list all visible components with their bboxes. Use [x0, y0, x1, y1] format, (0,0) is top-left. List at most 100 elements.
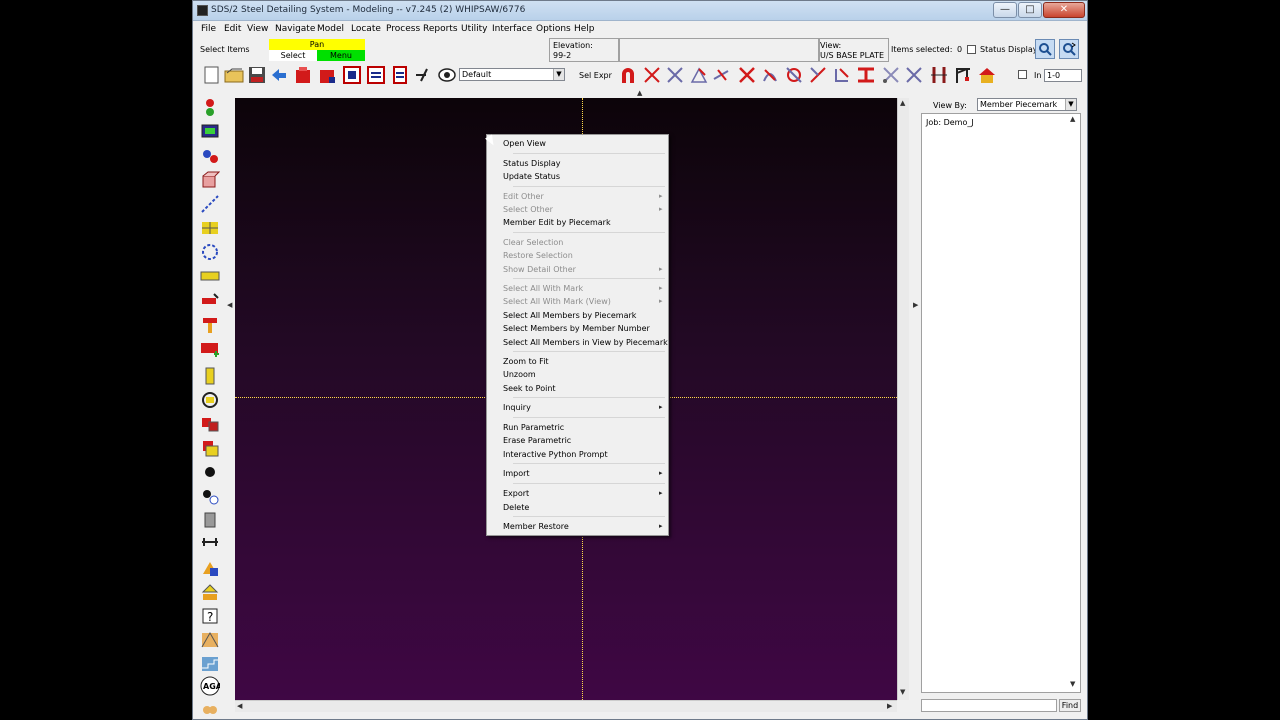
gear-icon[interactable]: [200, 146, 220, 166]
slash-icon[interactable]: [413, 65, 433, 85]
menu-utility[interactable]: Utility: [461, 24, 487, 34]
question-icon[interactable]: ?: [200, 606, 220, 626]
corner-select-icon[interactable]: [832, 65, 852, 85]
open-folder-icon[interactable]: [224, 65, 244, 85]
view-bar-icon[interactable]: [390, 65, 410, 85]
node-icon[interactable]: [200, 486, 220, 506]
horizontal-scrollbar[interactable]: ◀ ▶: [235, 700, 897, 712]
default-combo[interactable]: Default ▼: [459, 68, 565, 81]
grid-icon[interactable]: [200, 218, 220, 238]
new-file-icon[interactable]: [202, 65, 222, 85]
hammer-icon[interactable]: [200, 314, 220, 334]
aga-icon[interactable]: AGA: [200, 676, 220, 696]
canvas-right-arrow-icon[interactable]: ▶: [913, 301, 918, 309]
menu-locate[interactable]: Locate: [351, 24, 381, 34]
menu-file[interactable]: File: [201, 24, 216, 34]
menu-item-select-all-members-in-view[interactable]: Select All Members in View by Piecemark: [503, 338, 668, 347]
canvas-left-arrow-icon[interactable]: ◀: [227, 301, 232, 309]
menu-item-import[interactable]: Import: [503, 469, 530, 478]
line-select-icon[interactable]: [808, 65, 828, 85]
house-icon[interactable]: [977, 65, 997, 85]
arc-select-icon[interactable]: [760, 65, 780, 85]
menu-item-open-view[interactable]: Open View: [503, 139, 546, 148]
dot-icon[interactable]: [200, 462, 220, 482]
angle-icon[interactable]: [689, 65, 709, 85]
tree-scroll-up-icon[interactable]: ▲: [1070, 115, 1075, 123]
menu-process[interactable]: Process: [386, 24, 420, 34]
scroll-down-icon[interactable]: ▼: [900, 688, 905, 696]
member-status-icon[interactable]: [200, 98, 220, 118]
scissors-icon[interactable]: [881, 65, 901, 85]
maximize-button[interactable]: □: [1018, 2, 1042, 18]
menu-reports[interactable]: Reports: [423, 24, 458, 34]
menu-help[interactable]: Help: [574, 24, 595, 34]
menu-item-select-all-members-by-piecemark[interactable]: Select All Members by Piecemark: [503, 311, 636, 320]
tree-scroll-down-icon[interactable]: ▼: [1070, 680, 1075, 688]
hands-icon[interactable]: [200, 700, 220, 720]
line-icon[interactable]: [200, 194, 220, 214]
tree-item[interactable]: Job: Demo_J: [926, 118, 974, 127]
column-icon[interactable]: [929, 65, 949, 85]
menu-item-zoom-to-fit[interactable]: Zoom to Fit: [503, 357, 549, 366]
menu-item-unzoom[interactable]: Unzoom: [503, 370, 536, 379]
monitor-icon[interactable]: [200, 122, 220, 142]
view-window-icon[interactable]: [342, 65, 362, 85]
menu-item-delete[interactable]: Delete: [503, 503, 529, 512]
truss-icon[interactable]: [200, 630, 220, 650]
menu-options[interactable]: Options: [536, 24, 571, 34]
menu-model[interactable]: Model: [317, 24, 344, 34]
bolt-icon[interactable]: [200, 366, 220, 386]
cylinder-icon[interactable]: [200, 510, 220, 530]
find-input[interactable]: [921, 699, 1057, 712]
box-icon[interactable]: [200, 170, 220, 190]
menu-item-seek-to-point[interactable]: Seek to Point: [503, 384, 556, 393]
menu-item-update-status[interactable]: Update Status: [503, 172, 560, 181]
toolbar-collapse-icon[interactable]: ▲: [637, 89, 642, 97]
zoom-select-2-button[interactable]: [1059, 39, 1079, 59]
menu-item-select-members-by-member-number[interactable]: Select Members by Member Number: [503, 324, 650, 333]
menu-item-status-display[interactable]: Status Display: [503, 159, 561, 168]
title-bar[interactable]: SDS/2 Steel Detailing System - Modeling …: [193, 1, 1087, 21]
find-button[interactable]: Find: [1059, 699, 1081, 712]
in-input[interactable]: 1-0: [1044, 69, 1082, 82]
red-box-edit-icon[interactable]: [317, 65, 337, 85]
circle-select-icon[interactable]: [784, 65, 804, 85]
save-icon[interactable]: [247, 65, 267, 85]
menu-item-inquiry[interactable]: Inquiry: [503, 403, 531, 412]
beam-icon[interactable]: [856, 65, 876, 85]
layers-icon[interactable]: [200, 582, 220, 602]
measure-icon[interactable]: [712, 65, 732, 85]
eye-icon[interactable]: [437, 65, 457, 85]
red-box-icon[interactable]: [293, 65, 313, 85]
circle-icon[interactable]: [200, 242, 220, 262]
cross-select-3-icon[interactable]: [904, 65, 924, 85]
close-button[interactable]: ✕: [1043, 2, 1085, 18]
cross-select-icon[interactable]: [642, 65, 662, 85]
scroll-up-icon[interactable]: ▲: [900, 99, 905, 107]
dimension-icon[interactable]: [200, 534, 220, 554]
menu-item-run-parametric[interactable]: Run Parametric: [503, 423, 564, 432]
member-tree[interactable]: Job: Demo_J ▲ ▼: [921, 113, 1081, 693]
view-by-select[interactable]: Member Piecemark ▼: [977, 98, 1077, 111]
ruler-icon[interactable]: [200, 266, 220, 286]
menu-interface[interactable]: Interface: [492, 24, 532, 34]
cross-red-icon[interactable]: [737, 65, 757, 85]
in-checkbox[interactable]: [1018, 70, 1027, 79]
flag-icon[interactable]: [200, 290, 220, 310]
menu-item-member-edit-by-piecemark[interactable]: Member Edit by Piecemark: [503, 218, 611, 227]
pcs-icon[interactable]: [200, 338, 220, 358]
vertical-scrollbar[interactable]: ▲ ▼: [897, 98, 909, 700]
minimize-button[interactable]: —: [993, 2, 1017, 18]
zoom-select-button[interactable]: [1035, 39, 1055, 59]
menu-navigate[interactable]: Navigate: [275, 24, 315, 34]
material-icon[interactable]: [200, 414, 220, 434]
menu-item-erase-parametric[interactable]: Erase Parametric: [503, 436, 571, 445]
scroll-right-icon[interactable]: ▶: [887, 702, 892, 710]
menu-item-member-restore[interactable]: Member Restore: [503, 522, 569, 531]
scroll-left-icon[interactable]: ◀: [237, 702, 242, 710]
arrow-icon[interactable]: [200, 558, 220, 578]
view-grid-icon[interactable]: [366, 65, 386, 85]
sheet-icon[interactable]: [200, 438, 220, 458]
rotate-icon[interactable]: [200, 390, 220, 410]
status-display-checkbox[interactable]: [967, 45, 976, 54]
